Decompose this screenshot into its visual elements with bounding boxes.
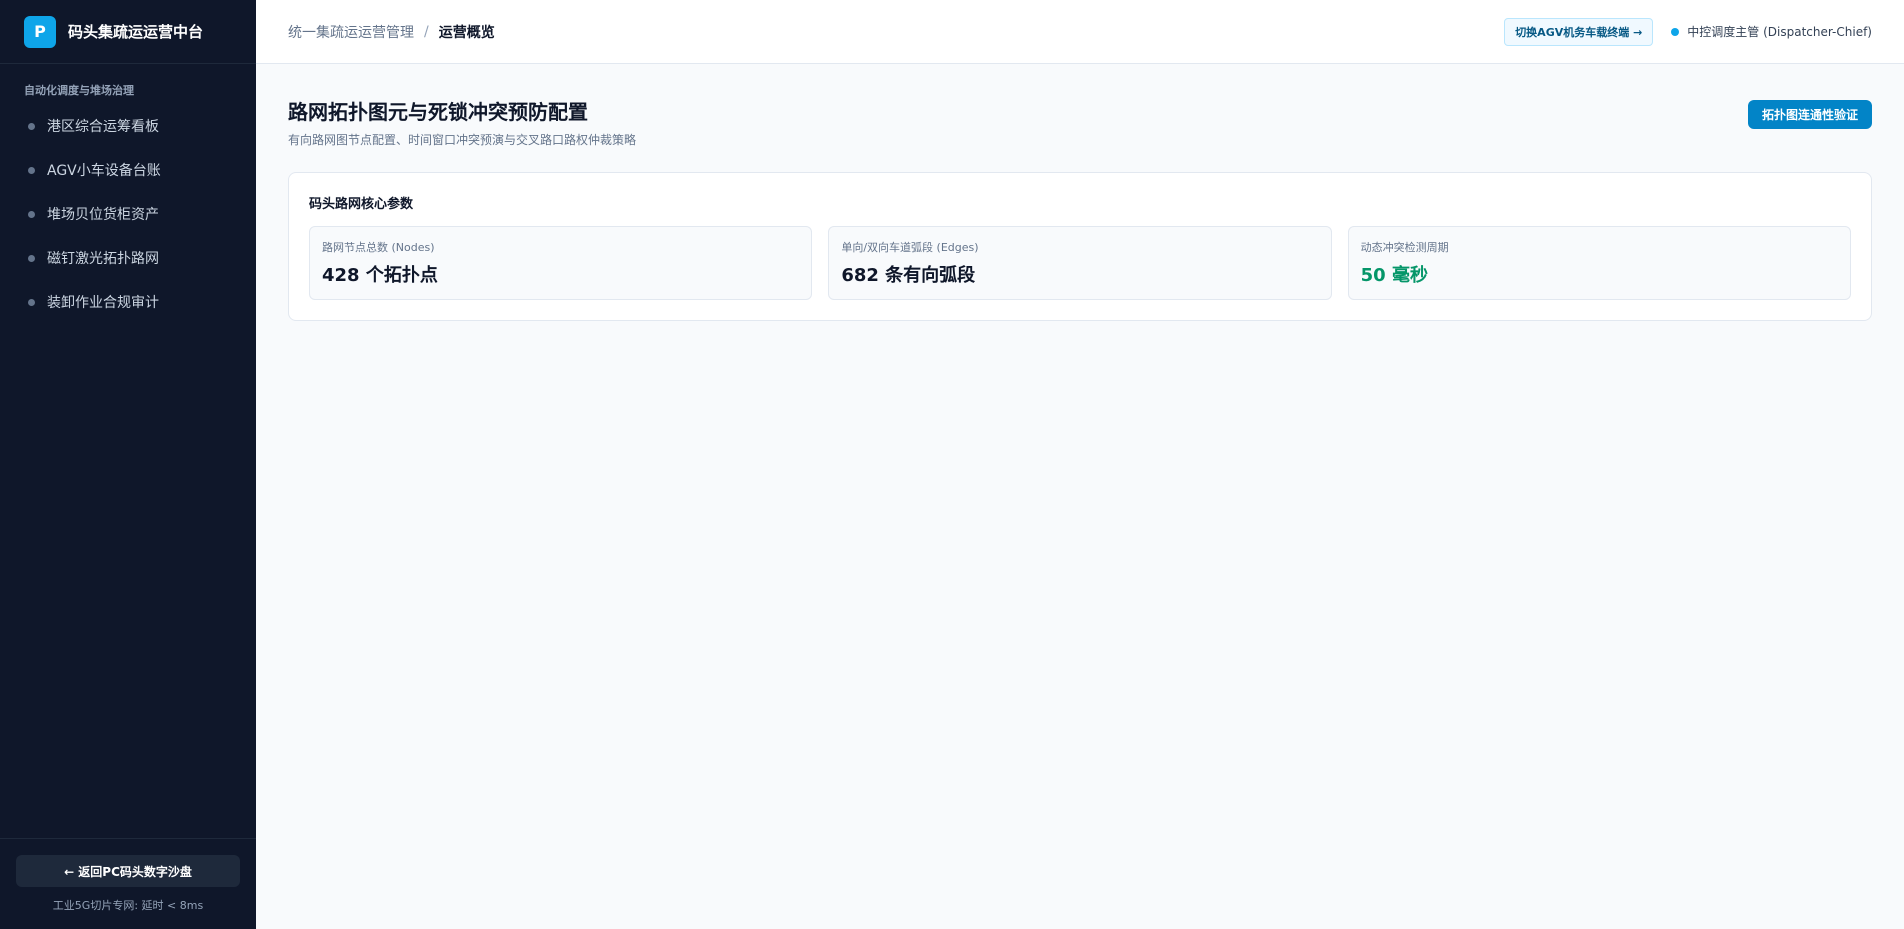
dot-icon <box>28 166 35 174</box>
card-title: 码头路网核心参数 <box>309 197 414 212</box>
sidebar-item-compliance-audit[interactable]: 装卸作业合规审计 <box>0 280 256 324</box>
back-to-sandbox-button[interactable]: ← 返回PC码头数字沙盘 <box>16 855 240 887</box>
page-title: 路网拓扑图元与死锁冲突预防配置 <box>288 100 588 124</box>
metric-label: 路网节点总数 (Nodes) <box>322 241 435 254</box>
breadcrumb-current: 运营概览 <box>438 24 495 41</box>
dot-icon <box>28 254 35 262</box>
verify-connectivity-button[interactable]: 拓扑图连通性验证 <box>1747 100 1872 129</box>
metrics-grid: 路网节点总数 (Nodes) 428 个拓扑点 单向/双向车道弧段 (Edges… <box>309 226 1851 300</box>
page-heading-group: 路网拓扑图元与死锁冲突预防配置 有向路网图节点配置、时间窗口冲突预演与交叉路口路… <box>288 96 636 148</box>
sidebar-item-label: AGV小车设备台账 <box>47 163 161 179</box>
topbar: 统一集疏运运营管理 / 运营概览 切换AGV机务车载终端 → 中控调度主管 (D… <box>256 0 1904 64</box>
params-card: 码头路网核心参数 路网节点总数 (Nodes) 428 个拓扑点 单向/双向车道… <box>288 172 1872 321</box>
dot-icon <box>28 298 35 306</box>
metric-value: 428 个拓扑点 <box>322 265 438 286</box>
metric-value: 682 条有向弧段 <box>841 265 976 286</box>
brand-name: 码头集疏运运营中台 <box>68 23 204 41</box>
metric-label: 动态冲突检测周期 <box>1360 241 1449 254</box>
sidebar-item-port-dashboard[interactable]: 港区综合运筹看板 <box>0 104 256 148</box>
metric-label: 单向/双向车道弧段 (Edges) <box>841 241 979 254</box>
brand: P 码头集疏运运营中台 <box>0 0 256 64</box>
sidebar-item-label: 港区综合运筹看板 <box>47 119 159 135</box>
sidebar-item-yard-assets[interactable]: 堆场贝位货柜资产 <box>0 192 256 236</box>
network-status: 工业5G切片专网: 延时 < 8ms <box>52 899 204 912</box>
topbar-right: 切换AGV机务车载终端 → 中控调度主管 (Dispatcher-Chief) <box>1504 17 1872 46</box>
sidebar: P 码头集疏运运营中台 自动化调度与堆场治理 港区综合运筹看板 AGV小车设备台… <box>0 0 256 929</box>
sidebar-item-label: 装卸作业合规审计 <box>47 295 159 311</box>
metric-nodes: 路网节点总数 (Nodes) 428 个拓扑点 <box>309 226 813 300</box>
breadcrumb-separator: / <box>424 23 429 40</box>
dot-icon <box>28 122 35 130</box>
main: 统一集疏运运营管理 / 运营概览 切换AGV机务车载终端 → 中控调度主管 (D… <box>256 0 1904 929</box>
user-role[interactable]: 中控调度主管 (Dispatcher-Chief) <box>1687 23 1872 40</box>
nav-list: 港区综合运筹看板 AGV小车设备台账 堆场贝位货柜资产 磁钉激光拓扑路网 装卸作… <box>0 104 256 324</box>
nav-section-title: 自动化调度与堆场治理 <box>24 84 134 97</box>
page-subtitle: 有向路网图节点配置、时间窗口冲突预演与交叉路口路权仲裁策略 <box>288 133 637 147</box>
metric-value: 50 毫秒 <box>1360 265 1428 286</box>
content: 路网拓扑图元与死锁冲突预防配置 有向路网图节点配置、时间窗口冲突预演与交叉路口路… <box>256 64 1904 353</box>
breadcrumb: 统一集疏运运营管理 / 运营概览 <box>288 22 495 42</box>
metric-edges: 单向/双向车道弧段 (Edges) 682 条有向弧段 <box>828 226 1332 300</box>
page-header: 路网拓扑图元与死锁冲突预防配置 有向路网图节点配置、时间窗口冲突预演与交叉路口路… <box>288 96 1872 148</box>
sidebar-item-label: 堆场贝位货柜资产 <box>47 207 159 223</box>
online-status-icon <box>1671 27 1680 36</box>
switch-terminal-button[interactable]: 切换AGV机务车载终端 → <box>1504 17 1654 46</box>
sidebar-footer: ← 返回PC码头数字沙盘 工业5G切片专网: 延时 < 8ms <box>0 838 256 929</box>
metric-conflict-cycle: 动态冲突检测周期 50 毫秒 <box>1347 226 1851 300</box>
sidebar-item-label: 磁钉激光拓扑路网 <box>47 251 159 267</box>
breadcrumb-parent[interactable]: 统一集疏运运营管理 <box>288 22 414 42</box>
dot-icon <box>28 210 35 218</box>
brand-logo: P <box>24 15 56 48</box>
sidebar-item-topology-network[interactable]: 磁钉激光拓扑路网 <box>0 236 256 280</box>
sidebar-item-agv-ledger[interactable]: AGV小车设备台账 <box>0 148 256 192</box>
